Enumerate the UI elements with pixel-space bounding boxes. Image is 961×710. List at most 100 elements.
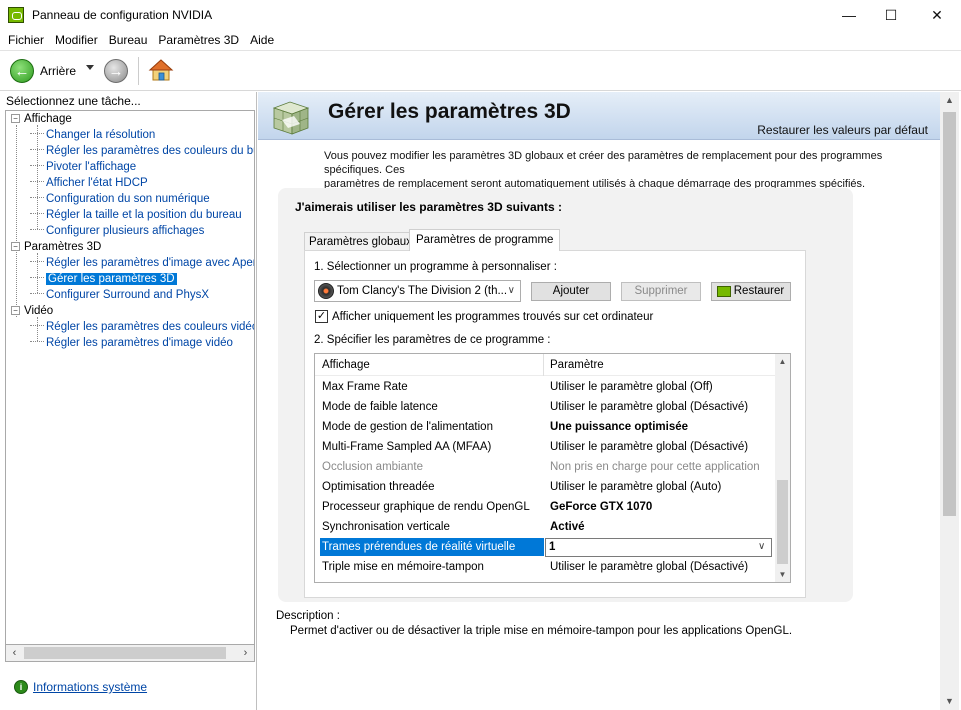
menu-desktop[interactable]: Bureau [109,33,148,47]
home-button[interactable] [148,57,174,83]
settings-table: Affichage Paramètre Max Frame Rate Utili… [314,353,791,583]
tab-global-settings[interactable]: Paramètres globaux [304,232,417,251]
intro-line-1: Vous pouvez modifier les paramètres 3D g… [324,150,883,176]
scrollbar-thumb[interactable] [24,647,226,659]
show-only-found-programs-checkbox[interactable]: ✓ Afficher uniquement les programmes tro… [315,310,653,323]
tree-item-desktop-size-position[interactable]: Régler la taille et la position du burea… [30,207,242,223]
row-value: Utiliser le paramètre global (Désactivé) [550,401,749,413]
scroll-down-icon[interactable]: ▼ [940,693,959,710]
menu-file[interactable]: Fichier [8,33,44,47]
table-row[interactable]: Mode de faible latence Utiliser le param… [315,397,775,417]
table-row[interactable]: Synchronisation verticale Activé [315,517,775,537]
row-feature: Processeur graphique de rendu OpenGL [322,501,530,513]
tree-item-digital-audio[interactable]: Configuration du son numérique [30,191,210,207]
tree-category-video[interactable]: − Vidéo [11,303,53,319]
column-header-setting[interactable]: Paramètre [550,359,604,371]
main-vertical-scrollbar[interactable]: ▲ ▼ [940,92,959,710]
tree-item-rotate-display[interactable]: Pivoter l'affichage [30,159,136,175]
row-value: Utiliser le paramètre global (Off) [550,381,713,393]
tree-item-surround-physx[interactable]: Configurer Surround and PhysX [30,287,209,303]
table-row[interactable]: Processeur graphique de rendu OpenGL GeF… [315,497,775,517]
row-value: Non pris en charge pour cette applicatio… [550,461,760,473]
tree-horizontal-scrollbar[interactable]: ‹ › [5,645,255,662]
back-label: Arrière [40,64,77,78]
row-feature: Synchronisation verticale [322,521,450,533]
program-settings-tab-content: 1. Sélectionner un programme à personnal… [304,250,806,598]
tree-category-3d-settings[interactable]: − Paramètres 3D [11,239,101,255]
tab-program-settings[interactable]: Paramètres de programme [409,229,561,251]
menu-3d-settings[interactable]: Paramètres 3D [158,33,239,47]
row-value: Utiliser le paramètre global (Désactivé) [550,561,749,573]
tree-item-video-color[interactable]: Régler les paramètres des couleurs vidéo [30,319,254,335]
3d-settings-icon [272,101,310,135]
title-bar: Panneau de configuration NVIDIA — ☐ ✕ [0,0,961,30]
scroll-up-icon[interactable]: ▲ [775,354,790,369]
collapse-icon[interactable]: − [11,114,20,123]
chevron-down-icon: ∨ [507,285,515,296]
window-title: Panneau de configuration NVIDIA [32,8,213,22]
main-content: Gérer les paramètres 3D Restaurer les va… [258,92,961,710]
scrollbar-thumb[interactable] [777,480,788,564]
program-select-dropdown[interactable]: Tom Clancy's The Division 2 (th... ∨ [314,280,521,302]
row-feature: Mode de faible latence [322,401,438,413]
remove-program-button[interactable]: Supprimer [621,282,701,301]
game-icon [318,283,334,299]
restore-program-button[interactable]: Restaurer [711,282,791,301]
settings-panel: J'aimerais utiliser les paramètres 3D su… [278,188,853,602]
toolbar: ← Arrière → [0,50,961,91]
tree-item-hdcp-status[interactable]: Afficher l'état HDCP [30,175,148,191]
intro-description: Vous pouvez modifier les paramètres 3D g… [324,149,939,191]
task-header: Sélectionnez une tâche... [6,94,141,108]
settings-heading: J'aimerais utiliser les paramètres 3D su… [295,200,562,214]
tree-item-change-resolution[interactable]: Changer la résolution [30,127,155,143]
tree-guide-line [16,125,17,317]
back-history-dropdown[interactable] [86,65,94,70]
menu-edit[interactable]: Modifier [55,33,98,47]
tree-item-video-image[interactable]: Régler les paramètres d'image vidéo [30,335,233,351]
column-divider [543,354,544,376]
menu-bar: Fichier Modifier Bureau Paramètres 3D Ai… [0,30,961,50]
checkbox-checked[interactable]: ✓ [315,310,328,323]
collapse-icon[interactable]: − [11,242,20,251]
tree-item-desktop-color[interactable]: Régler les paramètres des couleurs du bu… [30,143,254,159]
tree-item-multiple-displays[interactable]: Configurer plusieurs affichages [30,223,204,239]
table-row[interactable]: Occlusion ambiante Non pris en charge po… [315,457,775,477]
row-feature: Mode de gestion de l'alimentation [322,421,493,433]
scroll-left-icon[interactable]: ‹ [6,645,23,661]
table-row[interactable]: Optimisation threadée Utiliser le paramè… [315,477,775,497]
row-feature: Optimisation threadée [322,481,435,493]
scroll-right-icon[interactable]: › [237,645,254,661]
row-feature: Multi-Frame Sampled AA (MFAA) [322,441,492,453]
tree-item-manage-3d-settings[interactable]: Gérer les paramètres 3D [30,271,177,287]
close-button[interactable]: ✕ [914,0,960,30]
minimize-button[interactable]: — [826,0,872,30]
home-icon [148,59,174,81]
system-info-link[interactable]: i Informations système [14,680,147,694]
tree-category-display[interactable]: − Affichage [11,111,72,127]
table-vertical-scrollbar[interactable]: ▲ ▼ [775,354,790,582]
scroll-down-icon[interactable]: ▼ [775,567,790,582]
table-row[interactable]: Multi-Frame Sampled AA (MFAA) Utiliser l… [315,437,775,457]
maximize-button[interactable]: ☐ [868,0,914,30]
row-value-dropdown[interactable] [545,538,772,557]
page-header-banner: Gérer les paramètres 3D Restaurer les va… [258,92,940,140]
table-row[interactable]: Mode de gestion de l'alimentation Une pu… [315,417,775,437]
table-row[interactable]: Triple mise en mémoire-tampon Utiliser l… [315,557,775,577]
menu-help[interactable]: Aide [250,33,274,47]
tree-item-image-settings-preview[interactable]: Régler les paramètres d'image avec Aperç… [30,255,254,271]
scrollbar-thumb[interactable] [943,112,956,516]
row-value: Activé [550,521,585,533]
table-row[interactable]: Max Frame Rate Utiliser le paramètre glo… [315,377,775,397]
toolbar-separator [138,57,139,85]
restore-defaults-link[interactable]: Restaurer les valeurs par défaut [757,123,928,137]
column-header-feature[interactable]: Affichage [322,359,370,371]
table-row-selected[interactable]: Trames prérendues de réalité virtuelle 1… [315,537,775,557]
add-program-button[interactable]: Ajouter [531,282,611,301]
scroll-up-icon[interactable]: ▲ [940,92,959,109]
collapse-icon[interactable]: − [11,306,20,315]
chevron-down-icon[interactable]: ∨ [758,537,765,557]
forward-button[interactable]: → [104,59,128,83]
back-button[interactable]: ← Arrière [10,59,76,83]
nvidia-app-icon [8,7,24,23]
restore-button-label: Restaurer [733,285,785,297]
